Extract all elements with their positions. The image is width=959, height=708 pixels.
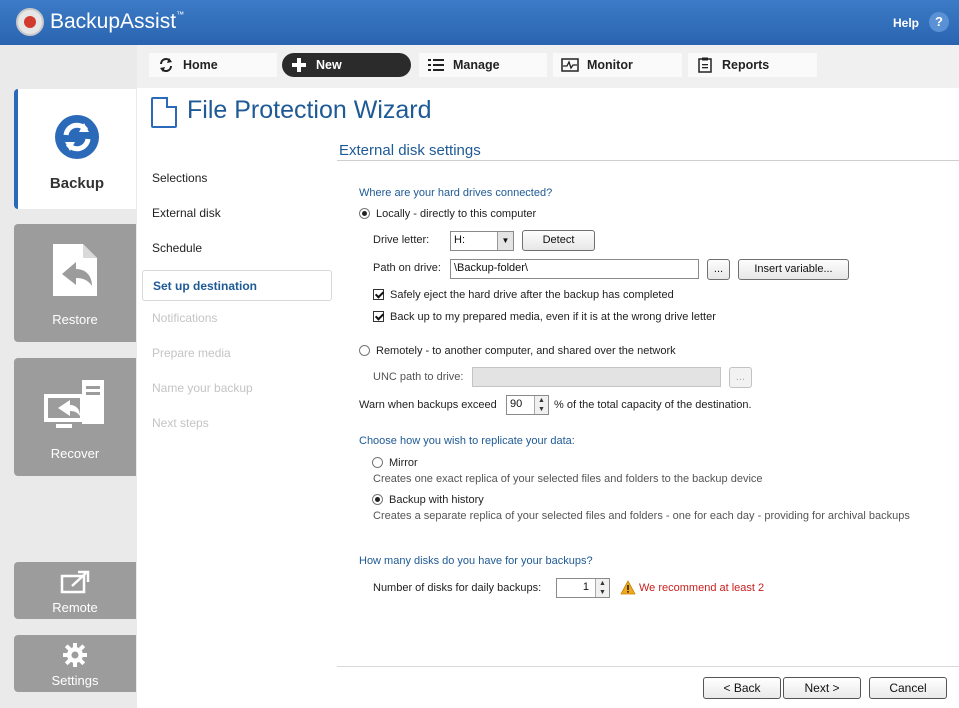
- nav-manage-button[interactable]: Manage: [419, 53, 547, 77]
- wizard-step-next-steps: Next steps: [152, 416, 209, 430]
- clipboard-report-icon: [696, 57, 714, 73]
- stepper-arrows-icon[interactable]: ▲ ▼: [595, 579, 609, 597]
- home-refresh-icon: [157, 57, 175, 73]
- unc-path-input: [472, 367, 721, 387]
- history-description: Creates a separate replica of your selec…: [373, 510, 910, 522]
- remote-share-icon: [60, 570, 90, 594]
- title-bar: BackupAssist™ Help ?: [0, 0, 959, 45]
- gear-icon: [63, 643, 87, 667]
- nav-home-label: Home: [183, 58, 218, 72]
- nav-new-label: New: [316, 58, 342, 72]
- wizard-step-prepare-media: Prepare media: [152, 346, 231, 360]
- page-title: File Protection Wizard: [187, 96, 432, 124]
- nav-reports-label: Reports: [722, 58, 770, 72]
- path-on-drive-label: Path on drive:: [373, 262, 441, 274]
- radio-backup-with-history-label[interactable]: Backup with history: [389, 494, 484, 506]
- sidebar-label-settings: Settings: [51, 673, 99, 688]
- app-logo-text: BackupAssist™: [50, 10, 185, 33]
- path-browse-button[interactable]: ...: [707, 259, 730, 280]
- detect-button[interactable]: Detect: [522, 230, 595, 251]
- main-sidebar: Backup Restore Recover Remote Settings: [0, 45, 137, 708]
- warn-percent-stepper[interactable]: 90 ▲ ▼: [506, 395, 549, 415]
- document-icon: [151, 97, 177, 128]
- radio-backup-with-history[interactable]: [372, 494, 383, 505]
- list-icon: [427, 57, 445, 73]
- wizard-step-notifications: Notifications: [152, 311, 218, 325]
- help-icon[interactable]: ?: [929, 12, 949, 32]
- wizard-step-name-your-backup: Name your backup: [152, 381, 253, 395]
- radio-remotely-label[interactable]: Remotely - to another computer, and shar…: [376, 345, 676, 357]
- sidebar-label-remote: Remote: [52, 600, 98, 615]
- drive-letter-label: Drive letter:: [373, 234, 430, 246]
- warn-prefix-label: Warn when backups exceed: [359, 399, 497, 411]
- radio-remotely[interactable]: [359, 345, 370, 356]
- radio-mirror[interactable]: [372, 457, 383, 468]
- wizard-step-schedule[interactable]: Schedule: [142, 233, 332, 268]
- next-button[interactable]: Next >: [783, 677, 861, 699]
- sidebar-tile-restore[interactable]: Restore: [14, 224, 136, 342]
- nav-home-button[interactable]: Home: [149, 53, 277, 77]
- warn-suffix-label: % of the total capacity of the destinati…: [554, 399, 752, 411]
- sidebar-tile-remote[interactable]: Remote: [14, 562, 136, 619]
- recover-computer-icon: [44, 380, 104, 428]
- radio-locally[interactable]: [359, 208, 370, 219]
- backup-sync-icon: [55, 115, 99, 159]
- sidebar-tile-backup[interactable]: Backup: [14, 89, 136, 209]
- warning-icon: [620, 580, 636, 595]
- radio-locally-label[interactable]: Locally - directly to this computer: [376, 208, 536, 220]
- sidebar-tile-recover[interactable]: Recover: [14, 358, 136, 476]
- warn-percent-value: 90: [510, 398, 523, 410]
- wizard-step-set-up-destination[interactable]: Set up destination: [142, 270, 332, 301]
- restore-document-icon: [53, 244, 97, 296]
- nav-manage-label: Manage: [453, 58, 500, 72]
- prepared-media-checkbox[interactable]: [373, 311, 384, 322]
- safely-eject-label[interactable]: Safely eject the hard drive after the ba…: [390, 289, 674, 301]
- backupassist-logo-icon: [16, 8, 44, 36]
- sidebar-label-restore: Restore: [52, 312, 98, 327]
- back-button[interactable]: < Back: [703, 677, 781, 699]
- plus-icon: [290, 57, 308, 73]
- disks-count-stepper[interactable]: 1 ▲ ▼: [556, 578, 610, 598]
- chevron-down-icon[interactable]: ▼: [497, 232, 513, 250]
- prepared-media-label[interactable]: Back up to my prepared media, even if it…: [390, 311, 716, 323]
- drive-letter-select[interactable]: H: ▼: [450, 231, 514, 251]
- unc-path-label: UNC path to drive:: [373, 371, 464, 383]
- wizard-content: File Protection Wizard Selections Extern…: [137, 88, 959, 708]
- wizard-steps: Selections External disk Schedule Set up…: [142, 163, 332, 443]
- sidebar-label-backup: Backup: [49, 175, 105, 192]
- stepper-arrows-icon[interactable]: ▲ ▼: [534, 396, 548, 414]
- wizard-step-selections[interactable]: Selections: [142, 163, 332, 198]
- disks-count-value: 1: [582, 581, 589, 593]
- unc-browse-button: ...: [729, 367, 752, 388]
- top-navigation: Home New Manage Monitor Reports: [137, 45, 959, 88]
- nav-reports-button[interactable]: Reports: [688, 53, 817, 77]
- nav-monitor-button[interactable]: Monitor: [553, 53, 682, 77]
- disks-warning-text: We recommend at least 2: [639, 582, 765, 594]
- nav-new-button[interactable]: New: [282, 53, 411, 77]
- drive-letter-value: H:: [454, 234, 465, 246]
- disks-count-label: Number of disks for daily backups:: [373, 582, 542, 594]
- sidebar-tile-settings[interactable]: Settings: [14, 635, 136, 692]
- help-link[interactable]: Help: [893, 16, 919, 30]
- footer-divider: [337, 666, 959, 667]
- section-title: External disk settings: [339, 142, 481, 159]
- insert-variable-button[interactable]: Insert variable...: [738, 259, 849, 280]
- path-on-drive-input[interactable]: \Backup-folder\: [450, 259, 699, 279]
- radio-mirror-label[interactable]: Mirror: [389, 457, 418, 469]
- question-disks: How many disks do you have for your back…: [359, 555, 593, 567]
- safely-eject-checkbox[interactable]: [373, 289, 384, 300]
- wizard-step-external-disk[interactable]: External disk: [142, 198, 332, 233]
- cancel-button[interactable]: Cancel: [869, 677, 947, 699]
- mirror-description: Creates one exact replica of your select…: [373, 473, 763, 485]
- question-connected: Where are your hard drives connected?: [359, 187, 553, 199]
- monitor-pulse-icon: [561, 57, 579, 73]
- question-replicate: Choose how you wish to replicate your da…: [359, 435, 575, 447]
- settings-panel: Where are your hard drives connected? Lo…: [337, 161, 959, 666]
- sidebar-label-recover: Recover: [50, 446, 100, 461]
- nav-monitor-label: Monitor: [587, 58, 633, 72]
